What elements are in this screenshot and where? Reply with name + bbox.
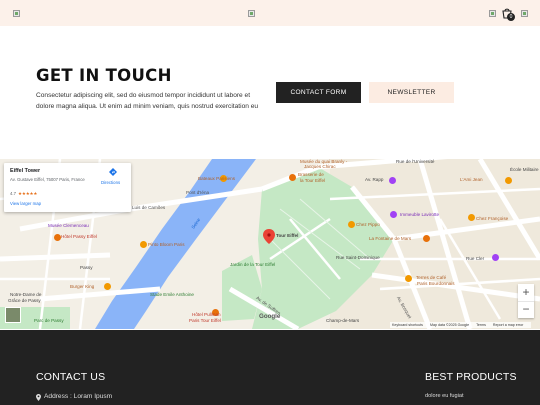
footer-product-link[interactable]: dolore eu fugiat bbox=[425, 393, 464, 399]
map-label: Chez Pippo bbox=[356, 222, 380, 227]
zoom-out-button[interactable]: − bbox=[518, 301, 534, 318]
map-label: Luis de Camões bbox=[132, 205, 166, 210]
poi-marker[interactable] bbox=[405, 275, 412, 282]
poi-marker[interactable] bbox=[54, 234, 61, 241]
poi-marker[interactable] bbox=[104, 283, 111, 290]
poi-marker[interactable] bbox=[289, 174, 296, 181]
map-label: Tour Eiffel bbox=[276, 233, 299, 238]
map-label: Jardin de la Tour Eiffel bbox=[230, 262, 276, 267]
directions-link[interactable]: Directions bbox=[101, 180, 120, 185]
poi-marker[interactable] bbox=[468, 214, 475, 221]
map-label: Pinto Bloom Paris bbox=[148, 242, 185, 247]
zoom-controls: + − bbox=[518, 284, 534, 318]
map-attribution: Keyboard shortcuts Map data ©2025 Google… bbox=[390, 322, 532, 328]
rating-value: 4.7 bbox=[10, 191, 16, 196]
map-label: Immeuble Lavirotte bbox=[400, 212, 440, 217]
map-label: Notre-Dame de bbox=[10, 292, 42, 297]
keyboard-shortcuts-link[interactable]: Keyboard shortcuts bbox=[392, 323, 423, 327]
map-label: École Militaire bbox=[510, 167, 539, 172]
center-image bbox=[248, 10, 255, 17]
footer-contact-title: CONTACT US bbox=[36, 371, 106, 383]
place-rating: 4.7 ★★★★★ bbox=[10, 191, 37, 197]
newsletter-button[interactable]: NEWSLETTER bbox=[369, 82, 454, 103]
poi-marker[interactable] bbox=[348, 221, 355, 228]
footer-best-products-title: BEST PRODUCTS bbox=[425, 371, 517, 383]
map-label: Rue de l'Université bbox=[396, 159, 435, 164]
map-label: Parc de Passy bbox=[34, 318, 64, 323]
rating-stars: ★★★★★ bbox=[17, 191, 38, 196]
map-info-card: Eiffel Tower Av. Gustave Eiffel, 75007 P… bbox=[4, 163, 131, 212]
contact-form-button[interactable]: CONTACT FORM bbox=[276, 82, 361, 103]
map-label: L'Ami Jean bbox=[460, 177, 483, 182]
contact-description: Consectetur adipiscing elit, sed do eius… bbox=[36, 92, 259, 110]
map-label: Grâce de Passy bbox=[8, 298, 41, 303]
poi-marker[interactable] bbox=[505, 177, 512, 184]
map-label: Paris Bourdonnais bbox=[417, 281, 455, 286]
poi-marker[interactable] bbox=[492, 254, 499, 261]
map-label: Jacques Chirac bbox=[304, 164, 336, 169]
map-label: Pont d'Iéna bbox=[186, 190, 210, 195]
map-label: Stade Emile Anthoine bbox=[150, 292, 194, 297]
report-error-link[interactable]: Report a map error bbox=[493, 323, 523, 327]
directions-icon[interactable] bbox=[109, 168, 117, 176]
terms-link[interactable]: Terms bbox=[476, 323, 486, 327]
place-address: Av. Gustave Eiffel, 75007 Paris, France bbox=[10, 177, 85, 182]
map-label: Hôtel Pullman bbox=[192, 312, 221, 317]
map-label: Av. Rapp bbox=[365, 177, 384, 182]
poi-marker[interactable] bbox=[389, 177, 396, 184]
map-label: Hôtel Passy Eiffel bbox=[61, 234, 97, 239]
map-label: Rue Cler bbox=[466, 256, 485, 261]
view-larger-map-link[interactable]: View larger map bbox=[10, 201, 41, 206]
map-label: Musée Clemenceau bbox=[48, 223, 89, 228]
top-bar bbox=[0, 0, 540, 26]
poi-marker[interactable] bbox=[423, 235, 430, 242]
poi-marker[interactable] bbox=[140, 241, 147, 248]
map-data-text: Map data ©2025 Google bbox=[429, 323, 470, 327]
map-label: Chez Françoise bbox=[476, 216, 509, 221]
map-label: Paris Tour Eiffel bbox=[189, 318, 222, 323]
page-title: GET IN TOUCH bbox=[36, 66, 172, 85]
location-pin-icon bbox=[36, 394, 41, 401]
place-name: Eiffel Tower bbox=[10, 168, 41, 174]
map-label: Terres de Café bbox=[416, 275, 447, 280]
account-image[interactable] bbox=[521, 10, 528, 17]
footer-address: Address : Loram Ipusm bbox=[44, 393, 113, 400]
google-logo: Google bbox=[259, 313, 281, 320]
map-label: Brasserie de bbox=[298, 172, 324, 177]
map-label: Burger King bbox=[70, 284, 95, 289]
map-label: Bateaux Parisiens bbox=[198, 176, 236, 181]
map-label: La Fontaine de Mars bbox=[369, 236, 412, 241]
poi-marker[interactable] bbox=[390, 211, 397, 218]
zoom-in-button[interactable]: + bbox=[518, 284, 534, 301]
search-image[interactable] bbox=[489, 10, 496, 17]
map-label: Champ-de-Mars bbox=[326, 318, 360, 323]
cart-count-badge: 0 bbox=[507, 13, 515, 21]
map-label: Rue Saint-Dominique bbox=[336, 255, 380, 260]
map-layers-button[interactable] bbox=[5, 307, 21, 323]
map-label: la Tour Eiffel bbox=[300, 178, 326, 183]
logo-image[interactable] bbox=[13, 10, 20, 17]
map-label: Passy bbox=[80, 265, 93, 270]
